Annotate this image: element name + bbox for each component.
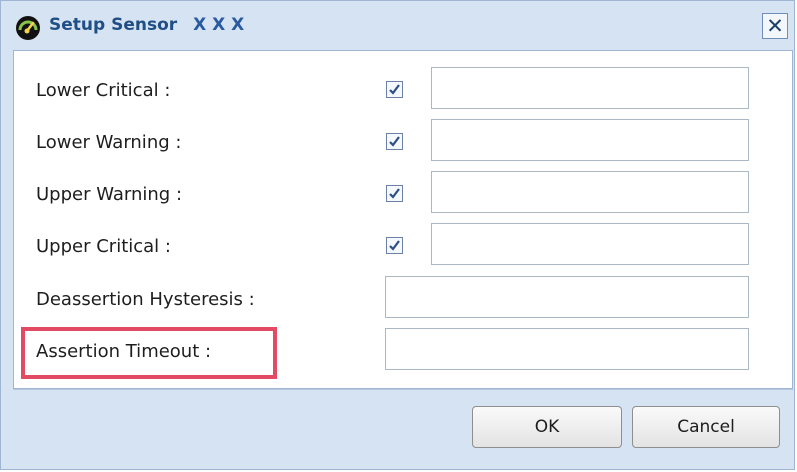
assertion-timeout-input[interactable] [385,328,749,370]
lower-critical-label: Lower Critical : [36,80,171,101]
lower-warning-checkbox[interactable] [386,133,403,150]
row-deassertion-hysteresis: Deassertion Hysteresis : [14,275,792,325]
lower-critical-input[interactable] [431,67,749,109]
dialog-title-suffix: X X X [193,15,245,35]
title-bar: Setup Sensor X X X ✕ [1,1,794,49]
row-upper-critical: Upper Critical : [14,222,792,272]
row-lower-critical: Lower Critical : [14,66,792,116]
lower-critical-checkbox[interactable] [386,81,403,98]
ok-button[interactable]: OK [472,406,622,448]
upper-critical-label: Upper Critical : [36,236,171,257]
close-button[interactable]: ✕ [762,13,788,39]
upper-warning-checkbox[interactable] [386,185,403,202]
row-lower-warning: Lower Warning : [14,118,792,168]
setup-sensor-dialog: Setup Sensor X X X ✕ Lower Critical : Lo… [0,0,795,470]
dialog-title-text: Setup Sensor [49,15,178,35]
upper-critical-checkbox[interactable] [386,237,403,254]
upper-warning-input[interactable] [431,171,749,213]
deassertion-hysteresis-input[interactable] [385,276,749,318]
fields-panel: Lower Critical : Lower Warning : Upper W… [13,50,793,389]
row-upper-warning: Upper Warning : [14,170,792,220]
footer-divider [13,389,793,390]
gauge-icon [15,15,41,41]
upper-critical-input[interactable] [431,223,749,265]
dialog-title: Setup Sensor X X X [49,15,244,35]
checkmark-icon [389,188,400,199]
close-icon: ✕ [766,13,784,38]
deassertion-hysteresis-label: Deassertion Hysteresis : [36,289,255,310]
lower-warning-label: Lower Warning : [36,132,182,153]
checkmark-icon [389,84,400,95]
assertion-timeout-label: Assertion Timeout : [36,341,212,362]
checkmark-icon [389,136,400,147]
cancel-button[interactable]: Cancel [632,406,780,448]
lower-warning-input[interactable] [431,119,749,161]
row-assertion-timeout: Assertion Timeout : [14,327,792,377]
checkmark-icon [389,240,400,251]
upper-warning-label: Upper Warning : [36,184,183,205]
